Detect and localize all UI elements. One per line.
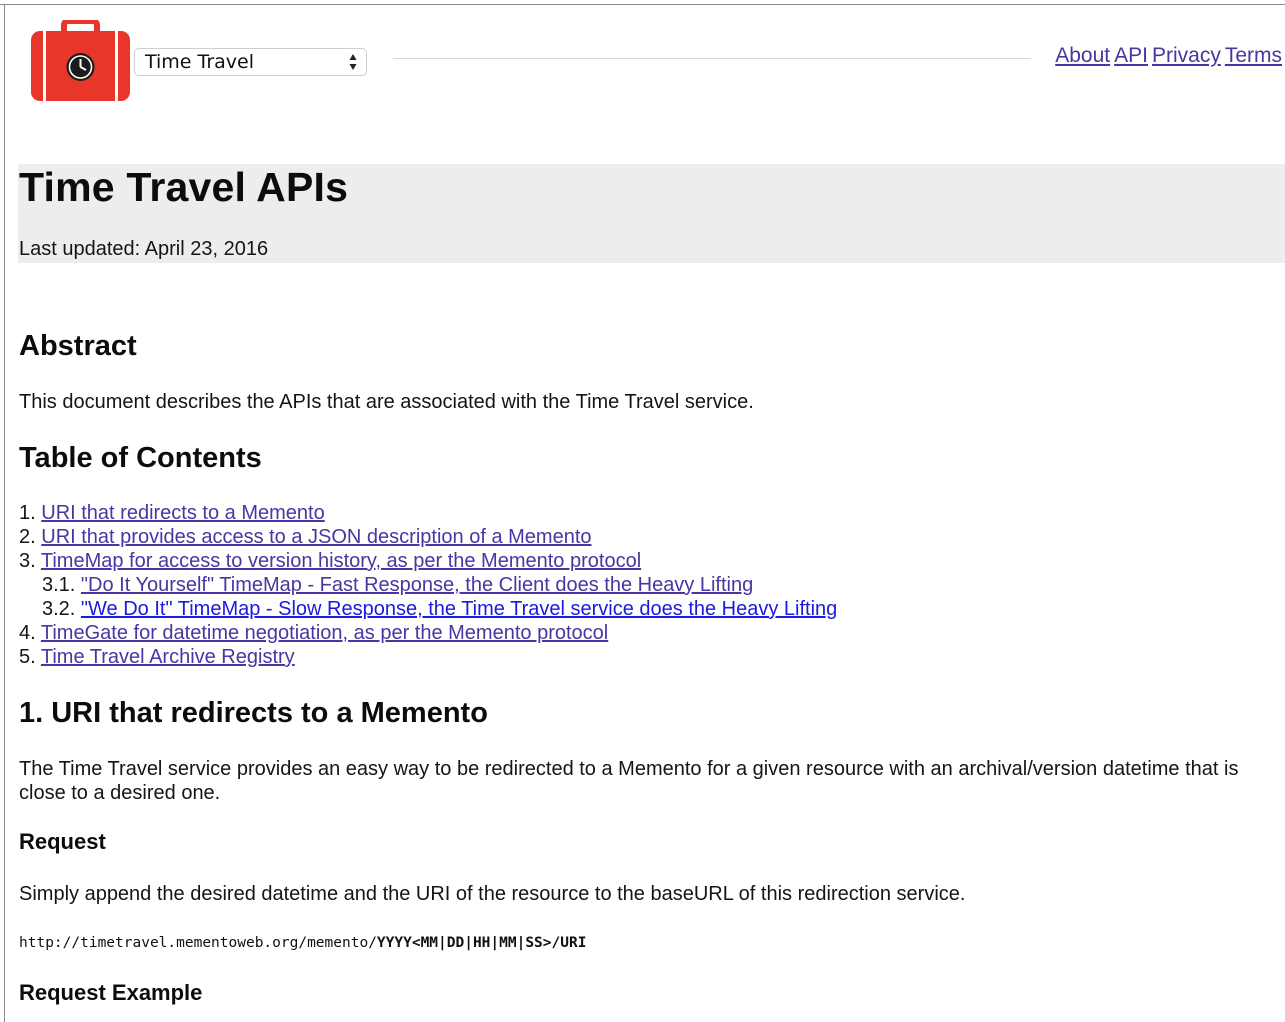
toc-number: 1. [19, 502, 36, 524]
toc-item: 3.1. "Do It Yourself" TimeMap - Fast Res… [19, 573, 837, 597]
abstract-heading: Abstract [19, 330, 137, 362]
header-divider [393, 58, 1031, 59]
toc-number: 5. [19, 646, 36, 668]
toc-item: 5. Time Travel Archive Registry [19, 645, 837, 669]
nav-link-privacy[interactable]: Privacy [1152, 44, 1221, 67]
page-title: Time Travel APIs [19, 164, 349, 210]
toc-item: 3. TimeMap for access to version history… [19, 549, 837, 573]
url-base: http://timetravel.mementoweb.org/memento… [19, 935, 377, 951]
toc-number: 4. [19, 622, 36, 644]
toc-link-archive-registry[interactable]: Time Travel Archive Registry [41, 646, 295, 668]
last-updated: Last updated: April 23, 2016 [19, 238, 269, 260]
toc-link-diy-timemap[interactable]: "Do It Yourself" TimeMap - Fast Response… [81, 574, 753, 596]
section1-heading: 1. URI that redirects to a Memento [19, 697, 488, 729]
url-datetime-template: YYYY<MM|DD|HH|MM|SS>/URI [376, 935, 587, 951]
request-url-template: http://timetravel.mementoweb.org/memento… [19, 932, 586, 954]
toc-link-timemap[interactable]: TimeMap for access to version history, a… [41, 550, 641, 572]
nav-link-api[interactable]: API [1114, 44, 1148, 67]
time-travel-logo-icon[interactable] [30, 20, 131, 102]
toc-item: 2. URI that provides access to a JSON de… [19, 525, 837, 549]
nav-link-about[interactable]: About [1055, 44, 1110, 67]
request-heading: Request [19, 829, 106, 854]
toc-list: 1. URI that redirects to a Memento 2. UR… [19, 501, 837, 669]
toc-item: 1. URI that redirects to a Memento [19, 501, 837, 525]
toc-number: 3.1. [42, 574, 76, 596]
window-left-border [4, 4, 5, 1022]
section1-intro-line2: close to a desired one. [19, 782, 221, 804]
toc-link-redirect-memento[interactable]: URI that redirects to a Memento [41, 502, 324, 524]
toc-link-timegate[interactable]: TimeGate for datetime negotiation, as pe… [41, 622, 608, 644]
toc-link-we-do-it-timemap[interactable]: "We Do It" TimeMap - Slow Response, the … [81, 598, 837, 620]
abstract-text: This document describes the APIs that ar… [19, 391, 754, 413]
section1-intro-line1: The Time Travel service provides an easy… [19, 758, 1239, 780]
nav-link-terms[interactable]: Terms [1225, 44, 1282, 67]
toc-item: 3.2. "We Do It" TimeMap - Slow Response,… [19, 597, 837, 621]
service-select-value: Time Travel [145, 51, 255, 73]
toc-link-json-description[interactable]: URI that provides access to a JSON descr… [41, 526, 591, 548]
toc-number: 2. [19, 526, 36, 548]
toc-heading: Table of Contents [19, 442, 262, 474]
toc-number: 3.2. [42, 598, 76, 620]
request-text: Simply append the desired datetime and t… [19, 883, 966, 905]
toc-item: 4. TimeGate for datetime negotiation, as… [19, 621, 837, 645]
toc-number: 3. [19, 550, 36, 572]
window-top-border [0, 4, 1285, 5]
top-nav: About API Privacy Terms [1051, 43, 1282, 69]
request-example-heading: Request Example [19, 980, 203, 1005]
select-arrows-icon [349, 54, 357, 70]
service-select[interactable]: Time Travel [134, 48, 367, 76]
